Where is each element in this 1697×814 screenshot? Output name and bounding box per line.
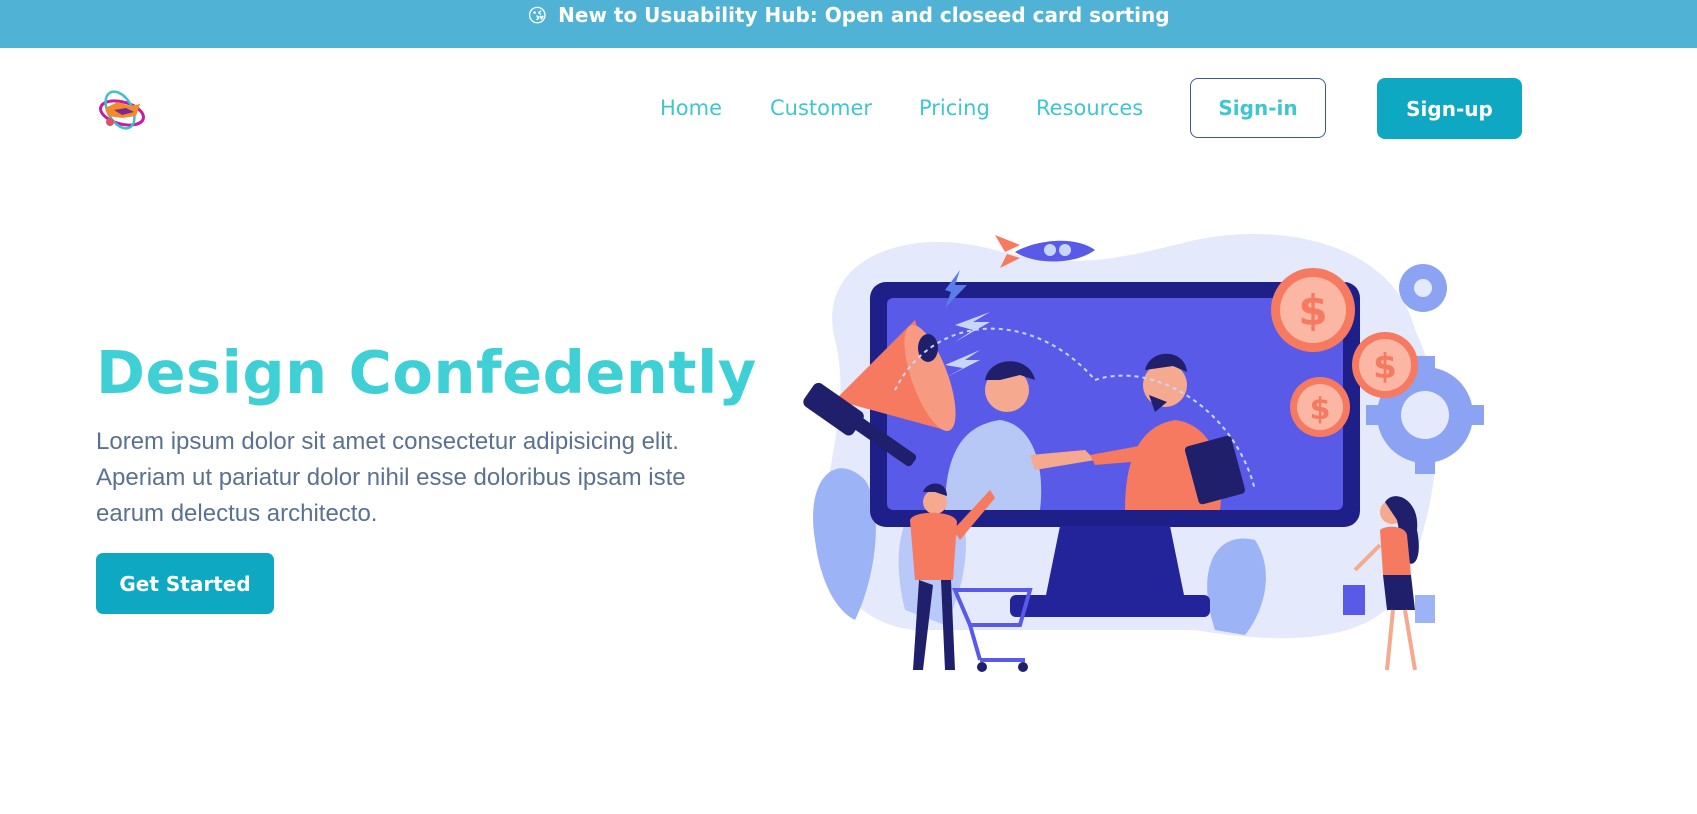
announcement-text: New to Usuability Hub: Open and closeed …	[558, 3, 1170, 27]
nav-item-customer[interactable]: Customer	[770, 96, 872, 120]
nav-item-resources[interactable]: Resources	[1036, 96, 1143, 120]
sign-in-button[interactable]: Sign-in	[1190, 78, 1326, 138]
svg-text:$: $	[1310, 392, 1331, 427]
svg-text:$: $	[1298, 286, 1327, 335]
business-handshake-illustration: $ $ $	[803, 234, 1484, 672]
get-started-button[interactable]: Get Started	[96, 553, 274, 614]
nav-item-pricing[interactable]: Pricing	[919, 96, 990, 120]
hero-illustration: $ $ $	[795, 230, 1495, 680]
hero-description: Lorem ipsum dolor sit amet consectetur a…	[96, 428, 686, 527]
sign-up-button[interactable]: Sign-up	[1377, 78, 1522, 139]
handshake-logo-icon	[99, 90, 145, 130]
hero-title: Design Confedently	[96, 338, 757, 407]
kiss-emoji-icon: 😘	[527, 5, 548, 27]
announcement-bar: 😘 New to Usuability Hub: Open and closee…	[0, 0, 1697, 48]
logo[interactable]	[96, 86, 148, 134]
svg-text:$: $	[1373, 347, 1397, 387]
nav-item-home[interactable]: Home	[660, 96, 722, 120]
